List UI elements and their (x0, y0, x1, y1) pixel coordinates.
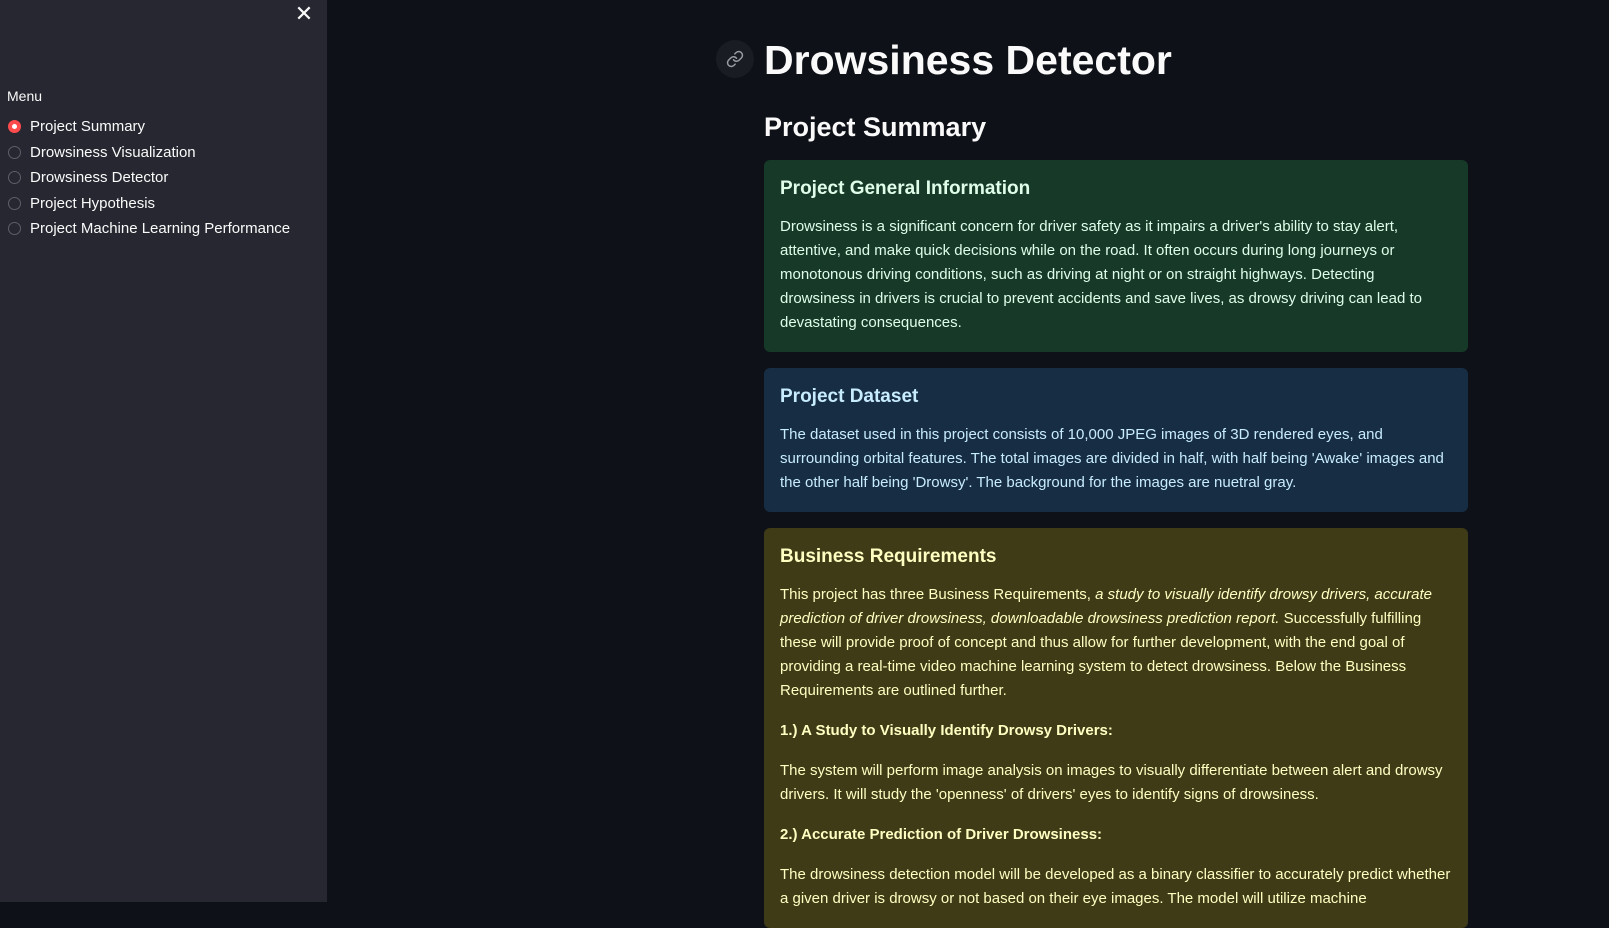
radio-unselected[interactable] (8, 171, 21, 185)
close-sidebar-button[interactable]: ✕ (292, 2, 316, 26)
nav-item-label: Drowsiness Detector (30, 169, 169, 187)
requirement-1-title: 1.) A Study to Visually Identify Drowsy … (780, 722, 1113, 739)
general-info-card: Project General Information Drowsiness i… (764, 160, 1468, 352)
page-title: Drowsiness Detector (764, 37, 1172, 83)
nav-item-label: Project Machine Learning Performance (30, 220, 291, 238)
business-requirements-title: Business Requirements (780, 546, 997, 567)
anchor-link-button[interactable] (716, 40, 754, 78)
nav-item-drowsiness-detector[interactable]: Drowsiness Detector (8, 165, 290, 191)
menu-label: Menu (7, 88, 43, 104)
radio-unselected[interactable] (8, 222, 21, 236)
general-info-body: Drowsiness is a significant concern for … (780, 218, 1422, 331)
nav-item-label: Drowsiness Visualization (30, 143, 196, 161)
business-requirements-card: Business Requirements This project has t… (764, 528, 1468, 928)
radio-selected[interactable] (8, 120, 21, 134)
business-requirements-intro: This project has three Business Requirem… (780, 583, 1452, 703)
radio-unselected[interactable] (8, 196, 21, 210)
requirement-1-body: The system will perform image analysis o… (780, 762, 1443, 803)
general-info-title: Project General Information (780, 178, 1031, 199)
dataset-title: Project Dataset (780, 386, 919, 407)
close-icon: ✕ (294, 1, 314, 26)
intro-text: This project has three Business Requirem… (780, 586, 1096, 603)
radio-unselected[interactable] (8, 145, 21, 159)
nav-item-ml-performance[interactable]: Project Machine Learning Performance (8, 216, 290, 242)
nav-item-project-summary[interactable]: Project Summary (8, 114, 290, 140)
link-icon (726, 50, 744, 68)
section-title: Project Summary (764, 112, 987, 142)
dataset-body: The dataset used in this project consist… (780, 426, 1444, 491)
main-content: Drowsiness Detector Project Summary Proj… (327, 0, 1609, 928)
requirement-2-title: 2.) Accurate Prediction of Driver Drowsi… (780, 826, 1103, 843)
nav-item-label: Project Hypothesis (30, 194, 156, 212)
requirement-2-body: The drowsiness detection model will be d… (780, 866, 1451, 907)
nav-item-label: Project Summary (30, 118, 146, 136)
nav-radio-group: Project Summary Drowsiness Visualization… (8, 114, 290, 242)
nav-item-drowsiness-visualization[interactable]: Drowsiness Visualization (8, 140, 290, 166)
sidebar: ✕ Menu Project Summary Drowsiness Visual… (0, 0, 327, 902)
nav-item-project-hypothesis[interactable]: Project Hypothesis (8, 191, 290, 217)
dataset-card: Project Dataset The dataset used in this… (764, 368, 1468, 512)
